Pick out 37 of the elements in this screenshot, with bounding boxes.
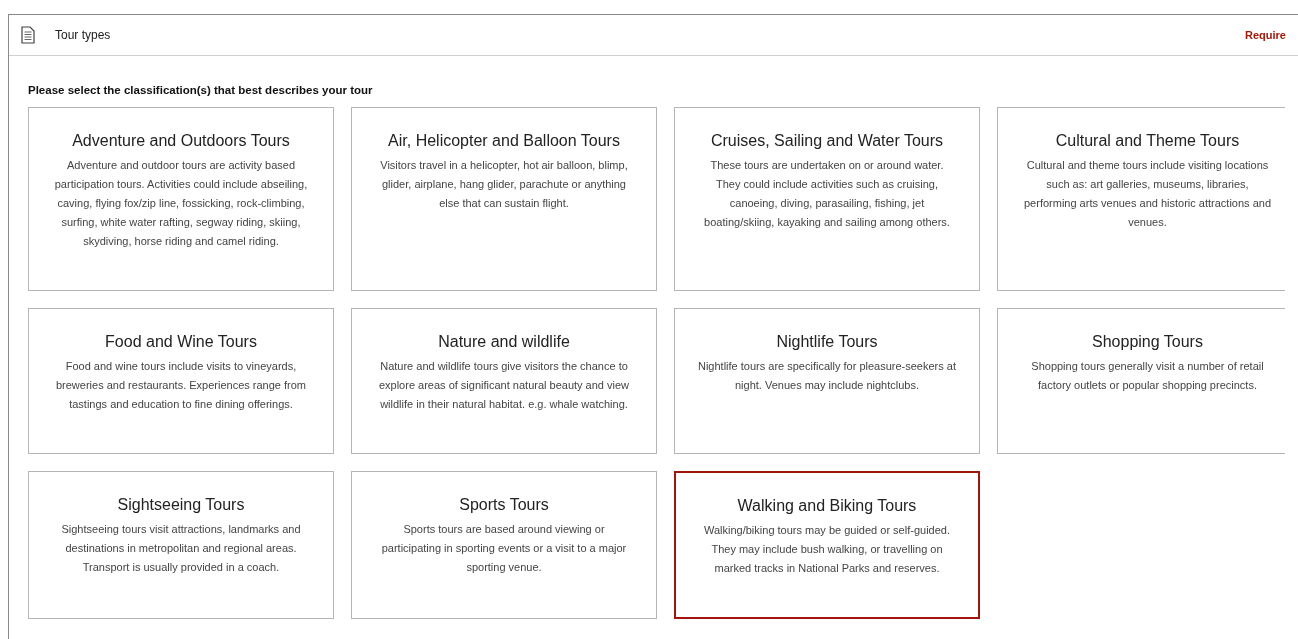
tour-type-title: Cultural and Theme Tours xyxy=(1054,131,1241,151)
tour-type-card[interactable]: Sightseeing Tours Sightseeing tours visit attractions, landmarks and destinations in metropolitan and regional areas. Transport is usually provided in a coach. xyxy=(28,471,334,619)
tour-type-description: These tours are undertaken on or around water. They could include activities such as cruising, canoeing, diving, parasailing, fishing, jet boating/skiing, kayaking and sailing among others. xyxy=(703,158,951,230)
tour-type-title: Adventure and Outdoors Tours xyxy=(71,131,291,151)
tour-type-card[interactable]: Sports Tours Sports tours are based around viewing or participating in sporting events or a visit to a major sporting venue. xyxy=(351,471,657,619)
required-label: Require xyxy=(1245,27,1286,43)
tour-type-title: Shopping Tours xyxy=(1091,332,1204,352)
tour-type-card[interactable]: Nightlife Tours Nightlife tours are specifically for pleasure-seekers at night. Venues may include nightclubs. xyxy=(674,308,980,454)
panel-title: Tour types xyxy=(55,27,111,44)
tour-type-title: Nightlife Tours xyxy=(775,332,879,352)
tour-type-description: Walking/biking tours may be guided or self-guided. They may include bush walking, or travelling on marked tracks in National Parks and reserves. xyxy=(703,523,951,576)
tour-type-card[interactable] xyxy=(28,107,334,291)
tour-type-description: Visitors travel in a helicopter, hot air balloon, blimp, glider, airplane, hang glider, parachute or anything else that can sustain flight. xyxy=(379,158,629,211)
tour-type-description: Nightlife tours are specifically for pleasure-seekers at night. Venues may include nightclubs. xyxy=(697,359,957,393)
tour-type-card[interactable]: Air, Helicopter and Balloon Tours Visitors travel in a helicopter, hot air balloon, blimp, glider, airplane, hang glider, parachute or anything else that can sustain flight. xyxy=(351,107,657,291)
document-icon xyxy=(21,26,35,44)
tour-type-description: Adventure and outdoor tours are activity based participation tours. Activities could include abseiling, caving, flying fox/zip line, fossicking, rock-climbing, surfing, white water rafting, segway riding, skiing, skydiving, horse riding and camel riding. xyxy=(53,158,309,249)
tour-type-card[interactable]: Walking and Biking Tours Walking/biking tours may be guided or self-guided. They may include bush walking, or travelling on marked tracks in National Parks and reserves. xyxy=(674,471,980,619)
tour-type-title: Food and Wine Tours xyxy=(104,332,258,352)
tour-type-card[interactable]: Cultural and Theme Tours Cultural and theme tours include visiting locations such as: art galleries, museums, libraries, performing arts venues and historic attractions and venues. xyxy=(997,107,1285,291)
tour-type-description: Sports tours are based around viewing or participating in sporting events or a visit to a major sporting venue. xyxy=(380,522,628,575)
tour-type-description: Cultural and theme tours include visiting locations such as: art galleries, museums, libraries, performing arts venues and historic attractions and venues. xyxy=(1023,158,1272,230)
tour-type-description: Sightseeing tours visit attractions, landmarks and destinations in metropolitan and regional areas. Transport is usually provided in a coach. xyxy=(60,522,302,575)
tour-type-title: Walking and Biking Tours xyxy=(736,496,918,516)
tour-type-description: Food and wine tours include visits to vineyards, breweries and restaurants. Experiences range from tastings and education to fine dining offerings. xyxy=(54,359,308,412)
tour-type-card[interactable] xyxy=(674,107,980,291)
tour-type-title: Air, Helicopter and Balloon Tours xyxy=(387,131,621,151)
tour-type-title: Cruises, Sailing and Water Tours xyxy=(709,131,945,151)
tour-type-description: Nature and wildlife tours give visitors the chance to explore areas of significant natural beauty and view wildlife in their natural habitat. e.g. whale watching. xyxy=(377,359,631,412)
tour-type-title: Nature and wildlife xyxy=(437,332,571,352)
tour-type-title: Sports Tours xyxy=(458,495,550,515)
instruction-text: Please select the classification(s) that best describes your tour xyxy=(28,83,374,98)
tour-type-title: Sightseeing Tours xyxy=(116,495,246,515)
tour-type-card[interactable]: Shopping Tours Shopping tours generally visit a number of retail factory outlets or popular shopping precincts. xyxy=(997,308,1285,454)
tour-type-card[interactable]: Nature and wildlife Nature and wildlife tours give visitors the chance to explore areas of significant natural beauty and view wildlife in their natural habitat. e.g. whale watching. xyxy=(351,308,657,454)
tour-type-description: Shopping tours generally visit a number of retail factory outlets or popular shopping precincts. xyxy=(1030,359,1265,393)
tour-type-card[interactable]: Food and Wine Tours Food and wine tours include visits to vineyards, breweries and restaurants. Experiences range from tastings and education to fine dining offerings. xyxy=(28,308,334,454)
